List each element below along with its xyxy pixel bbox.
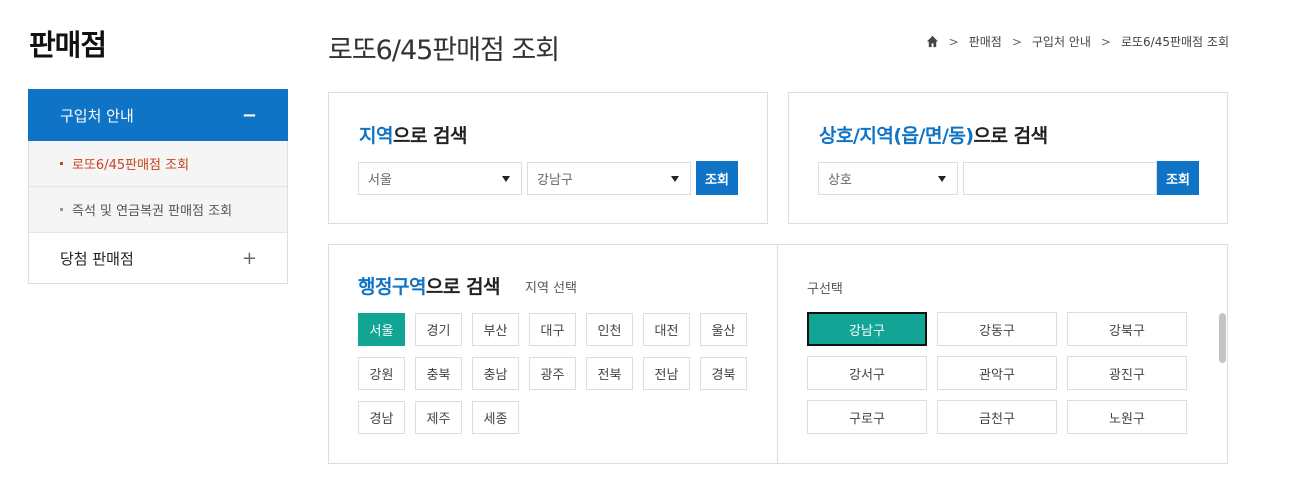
district-select[interactable]: 강남구 — [527, 162, 691, 195]
gu-button[interactable]: 금천구 — [937, 400, 1057, 434]
search-type-select[interactable]: 상호 — [818, 162, 958, 195]
breadcrumb-item[interactable]: 구입처 안내 — [1032, 33, 1091, 50]
gu-button[interactable]: 광진구 — [1067, 356, 1187, 390]
search-input[interactable] — [963, 162, 1157, 195]
region-button[interactable]: 경기 — [415, 313, 462, 346]
chevron-right-icon: > — [1100, 34, 1111, 49]
region-button[interactable]: 제주 — [415, 401, 462, 434]
region-button[interactable]: 서울 — [358, 313, 405, 346]
sidebar-item-winning-stores[interactable]: 당첨 판매점 + — [29, 233, 287, 283]
home-icon[interactable] — [926, 35, 939, 48]
name-search-panel: 상호/지역(읍/면/동)으로 검색 상호 조회 — [788, 92, 1228, 224]
region-button[interactable]: 전남 — [643, 357, 690, 390]
expand-icon[interactable]: + — [242, 248, 257, 269]
gu-button[interactable]: 강서구 — [807, 356, 927, 390]
breadcrumb-item-current: 로또6/45판매점 조회 — [1120, 35, 1229, 49]
gu-select-label: 구선택 — [807, 282, 843, 297]
page-title: 로또6/45판매점 조회 — [328, 35, 560, 66]
region-button[interactable]: 강원 — [358, 357, 405, 390]
region-button[interactable]: 광주 — [529, 357, 576, 390]
region-button[interactable]: 전북 — [586, 357, 633, 390]
sidebar-item-purchase-guide[interactable]: 구입처 안내 − — [28, 89, 288, 141]
region-button[interactable]: 대구 — [529, 313, 576, 346]
chevron-right-icon: > — [1011, 34, 1022, 49]
gu-button[interactable]: 강남구 — [807, 312, 927, 346]
region-search-panel: 지역으로 검색 서울 강남구 조회 — [328, 92, 768, 224]
region-button[interactable]: 경북 — [700, 357, 747, 390]
name-search-title: 상호/지역(읍/면/동)으로 검색 — [819, 125, 1048, 147]
region-button[interactable]: 세종 — [472, 401, 519, 434]
region-button[interactable]: 울산 — [700, 313, 747, 346]
region-button[interactable]: 인천 — [586, 313, 633, 346]
sidebar-subitem-lotto-stores[interactable]: 로또6/45판매점 조회 — [29, 141, 287, 187]
region-search-button[interactable]: 조회 — [696, 161, 738, 195]
region-search-title: 지역으로 검색 — [359, 125, 468, 147]
name-search-button[interactable]: 조회 — [1157, 161, 1199, 195]
section-title: 판매점 — [29, 28, 107, 62]
panel-divider — [777, 244, 778, 463]
sidebar-subitem-instant-stores[interactable]: 즉석 및 연금복권 판매점 조회 — [29, 187, 287, 233]
region-button[interactable]: 대전 — [643, 313, 690, 346]
dropdown-arrow-icon — [671, 176, 679, 182]
city-select[interactable]: 서울 — [358, 162, 522, 195]
gu-button[interactable]: 강동구 — [937, 312, 1057, 346]
bullet-icon — [60, 162, 63, 165]
region-button[interactable]: 경남 — [358, 401, 405, 434]
admin-search-title: 행정구역으로 검색 — [358, 276, 500, 298]
bullet-icon — [60, 208, 63, 211]
dropdown-arrow-icon — [938, 176, 946, 182]
gu-button[interactable]: 구로구 — [807, 400, 927, 434]
sidebar-item-label: 당첨 판매점 — [60, 249, 134, 268]
region-select-label: 지역 선택 — [525, 281, 577, 296]
gu-button[interactable]: 노원구 — [1067, 400, 1187, 434]
scrollbar[interactable] — [1219, 313, 1226, 363]
sidebar: 구입처 안내 − 로또6/45판매점 조회 즉석 및 연금복권 판매점 조회 당… — [28, 89, 288, 284]
collapse-icon[interactable]: − — [242, 105, 257, 126]
sidebar-subitem-label: 즉석 및 연금복권 판매점 조회 — [72, 204, 233, 219]
dropdown-arrow-icon — [502, 176, 510, 182]
chevron-right-icon: > — [948, 34, 959, 49]
breadcrumb: > 판매점 > 구입처 안내 > 로또6/45판매점 조회 — [926, 33, 1229, 50]
breadcrumb-item[interactable]: 판매점 — [969, 33, 1002, 50]
sidebar-subitem-label: 로또6/45판매점 조회 — [72, 158, 190, 173]
sidebar-item-label: 구입처 안내 — [60, 106, 134, 125]
gu-button[interactable]: 관악구 — [937, 356, 1057, 390]
gu-button[interactable]: 강북구 — [1067, 312, 1187, 346]
region-button[interactable]: 부산 — [472, 313, 519, 346]
region-button[interactable]: 충남 — [472, 357, 519, 390]
region-button[interactable]: 충북 — [415, 357, 462, 390]
